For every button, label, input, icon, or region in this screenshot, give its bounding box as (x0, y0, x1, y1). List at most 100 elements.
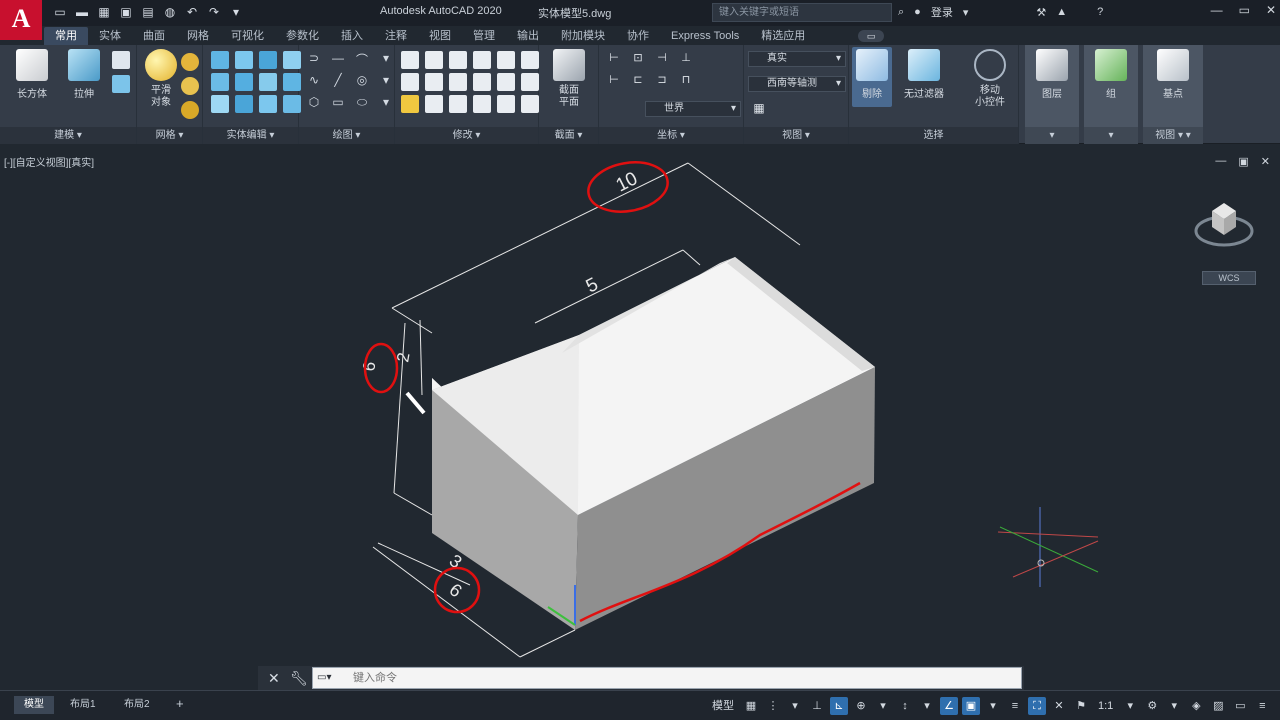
recent-commands-icon[interactable]: ▭▾ (317, 671, 343, 685)
search-input[interactable]: 键入关键字或短语 (712, 3, 892, 22)
polar-icon[interactable]: ▾ (874, 697, 892, 715)
panel-title-section[interactable]: 截面 ▾ (539, 127, 598, 144)
scale-icon[interactable] (497, 73, 515, 91)
tab-parametric[interactable]: 参数化 (275, 27, 330, 45)
ucs-y-icon[interactable]: ⊐ (653, 73, 671, 91)
view-preset-dropdown[interactable]: 西南等轴测 ▾ (748, 76, 846, 92)
tab-model[interactable]: 模型 (14, 696, 54, 714)
cmdline-customize-icon[interactable]: 🔧︎ (290, 670, 308, 687)
close-icon[interactable]: ✕ (1266, 3, 1276, 17)
array-icon[interactable] (425, 95, 443, 113)
panel-title-modeling[interactable]: 建模 ▾ (0, 127, 136, 144)
polygon-icon[interactable]: ⬡ (305, 95, 323, 113)
tab-manage[interactable]: 管理 (462, 27, 506, 45)
viewport-config-icon[interactable]: ▦ (750, 101, 768, 119)
extract-edges-icon[interactable] (259, 73, 277, 91)
tab-layout1[interactable]: 布局1 (60, 696, 106, 714)
lineweight-icon[interactable]: ≡ (1006, 697, 1024, 715)
move-icon[interactable] (401, 51, 419, 69)
wcs-menu-button[interactable]: WCS (1202, 271, 1256, 285)
tab-home[interactable]: 常用 (44, 27, 88, 45)
fillet-edge-icon[interactable] (211, 95, 229, 113)
panel-title-mesh[interactable]: 网格 ▾ (137, 127, 202, 144)
tab-surface[interactable]: 曲面 (132, 27, 176, 45)
application-menu-button[interactable]: A (0, 0, 42, 40)
new-icon[interactable]: ▭ (52, 4, 68, 20)
ucs-x-icon[interactable]: ⊣ (653, 51, 671, 69)
polysolid-icon[interactable] (112, 51, 130, 69)
offset-icon[interactable] (497, 95, 515, 113)
panel-title-modify[interactable]: 修改 ▾ (395, 127, 538, 144)
snap-icon[interactable]: ⋮ (764, 697, 782, 715)
ucs-view-icon[interactable]: ⊓ (677, 73, 695, 91)
save-icon[interactable]: ▦ (96, 4, 112, 20)
redo-icon[interactable]: ↷ (206, 4, 222, 20)
panel-title-layers[interactable]: ▾ (1025, 127, 1079, 144)
object-snap-dropdown-icon[interactable]: ▾ (984, 697, 1002, 715)
isodraft-icon[interactable]: ↕ (896, 697, 914, 715)
panel-title-view[interactable]: 视图 ▾ (744, 127, 848, 144)
ortho-icon[interactable]: ⊕ (852, 697, 870, 715)
object-snap-tracking-icon[interactable]: ∠ (940, 697, 958, 715)
ucs-world-icon[interactable]: ⊡ (629, 51, 647, 69)
tab-annotate[interactable]: 注释 (374, 27, 418, 45)
tab-express-tools[interactable]: Express Tools (660, 27, 750, 45)
clean-screen-icon[interactable]: ▭ (1231, 697, 1249, 715)
autodesk-app-store-icon[interactable]: ⚒ (1036, 6, 1046, 19)
erase-icon[interactable] (401, 95, 419, 113)
auto-scale-icon[interactable]: ✕ (1050, 697, 1068, 715)
ucs-dropdown[interactable]: 世界 ▾ (645, 101, 741, 117)
panel-title-draw[interactable]: 绘图 ▾ (299, 127, 394, 144)
groups-button[interactable]: 组 (1089, 49, 1133, 100)
ucs-z-icon[interactable]: ⊥ (677, 51, 695, 69)
explode-icon[interactable] (473, 95, 491, 113)
panel-title-view2[interactable]: 视图 ▾ ▾ (1143, 127, 1203, 144)
smooth-object-button[interactable]: 平滑 对象 (139, 49, 183, 109)
subtract-icon[interactable] (235, 51, 253, 69)
draw-more3-icon[interactable]: ▾ (377, 95, 395, 113)
workspace-gear-icon[interactable]: ⚙ (1143, 697, 1161, 715)
dynamic-input-icon[interactable]: ⊾ (830, 697, 848, 715)
minimize-icon[interactable]: — (1211, 3, 1223, 17)
binoculars-icon[interactable]: ⌕ (898, 6, 904, 19)
annotation-scale-icon[interactable]: ⚑ (1072, 697, 1090, 715)
arc-icon[interactable]: ⌒ (353, 51, 371, 69)
tab-collaborate[interactable]: 协作 (616, 27, 660, 45)
snap-dropdown-icon[interactable]: ▾ (786, 697, 804, 715)
layers-button[interactable]: 图层 (1030, 49, 1074, 100)
trim-icon[interactable] (473, 73, 491, 91)
intersect-icon[interactable] (259, 51, 277, 69)
viewcube[interactable] (1194, 193, 1254, 249)
infer-constraints-icon[interactable]: ⊥ (808, 697, 826, 715)
plot-icon[interactable]: ▤ (140, 4, 156, 20)
a360-icon[interactable]: ▲ (1056, 6, 1067, 18)
3dmirror-icon[interactable] (497, 51, 515, 69)
box-button[interactable]: 长方体 (10, 49, 54, 100)
isolate-objects-icon[interactable]: ◈ (1187, 697, 1205, 715)
tab-solid[interactable]: 实体 (88, 27, 132, 45)
grid-icon[interactable]: ▦ (742, 697, 760, 715)
rotate-icon[interactable] (449, 73, 467, 91)
login-button[interactable]: 登录 (931, 4, 953, 20)
panel-title-solid-editing[interactable]: 实体编辑 ▾ (203, 127, 298, 144)
extrude-button[interactable]: 拉伸 (62, 49, 106, 100)
tab-view[interactable]: 视图 (418, 27, 462, 45)
chamfer-edge-icon[interactable] (235, 95, 253, 113)
shell-icon[interactable] (259, 95, 277, 113)
polyline-icon[interactable]: ⊃ (305, 51, 323, 69)
fillet-icon[interactable] (521, 51, 539, 69)
mesh-refine-icon[interactable] (181, 101, 199, 119)
hardware-accel-icon[interactable]: ▨ (1209, 697, 1227, 715)
ucs-origin-icon[interactable]: ⊢ (605, 73, 623, 91)
rectangle-icon[interactable]: ▭ (329, 95, 347, 113)
model-space-button[interactable]: 模型 (708, 697, 738, 715)
tab-insert[interactable]: 插入 (330, 27, 374, 45)
interfere-icon[interactable] (211, 73, 229, 91)
undo-icon[interactable]: ↶ (184, 4, 200, 20)
draw-more2-icon[interactable]: ▾ (377, 73, 395, 91)
tab-addins[interactable]: 附加模块 (550, 27, 616, 45)
tab-mesh[interactable]: 网格 (176, 27, 220, 45)
xline-icon[interactable]: ╱ (329, 73, 347, 91)
spline-icon[interactable]: ∿ (305, 73, 323, 91)
circle-icon[interactable]: ◎ (353, 73, 371, 91)
